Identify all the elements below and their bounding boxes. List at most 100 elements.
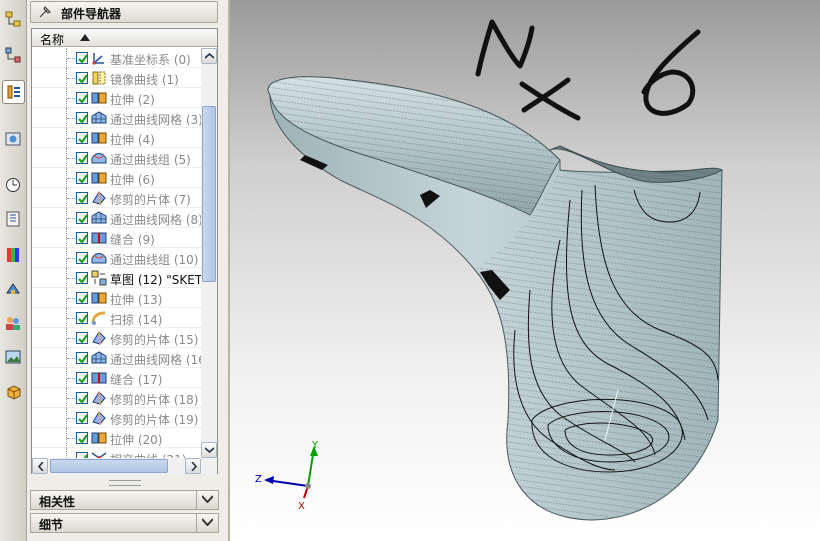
visibility-checkbox[interactable] xyxy=(76,332,88,344)
navigator-title: 部件导航器 xyxy=(61,7,122,21)
chevron-down-icon xyxy=(202,495,213,503)
assembly-navigator-tab[interactable] xyxy=(2,8,25,32)
checkmark-icon xyxy=(78,434,88,444)
scroll-down-button[interactable] xyxy=(201,442,217,458)
feature-row[interactable]: 基准坐标系 (0) xyxy=(32,48,201,68)
visibility-checkbox[interactable] xyxy=(76,412,88,424)
feature-row[interactable]: 缝合 (17) xyxy=(32,368,201,388)
scroll-right-button[interactable] xyxy=(185,458,201,474)
details-section[interactable]: 细节 xyxy=(30,513,219,533)
feature-row[interactable]: 修剪的片体 (7) xyxy=(32,188,201,208)
visibility-checkbox[interactable] xyxy=(76,252,88,264)
trimmed-sheet-icon xyxy=(92,391,106,405)
visibility-checkbox[interactable] xyxy=(76,372,88,384)
feature-row[interactable]: 拉伸 (2) xyxy=(32,88,201,108)
visibility-checkbox[interactable] xyxy=(76,192,88,204)
roles-tab[interactable] xyxy=(2,312,25,336)
tree-branch xyxy=(67,358,75,359)
feature-row[interactable]: 修剪的片体 (19) xyxy=(32,408,201,428)
feature-row[interactable]: 拉伸 (20) xyxy=(32,428,201,448)
vertical-scrollbar[interactable] xyxy=(201,48,217,458)
visibility-checkbox[interactable] xyxy=(76,312,88,324)
feature-row[interactable]: 扫掠 (14) xyxy=(32,308,201,328)
feature-row[interactable]: 镜像曲线 (1) xyxy=(32,68,201,88)
constraint-navigator-icon xyxy=(5,47,21,63)
checkmark-icon xyxy=(78,134,88,144)
graphics-viewport[interactable]: Y Z X xyxy=(230,0,820,541)
through-curve-mesh-icon xyxy=(91,111,107,124)
feature-row[interactable]: 缝合 (9) xyxy=(32,228,201,248)
scroll-left-button[interactable] xyxy=(32,458,48,474)
system-materials-tab[interactable] xyxy=(2,208,25,232)
column-header-name[interactable]: 名称 xyxy=(32,29,217,47)
visibility-checkbox[interactable] xyxy=(76,212,88,224)
extrude-icon xyxy=(91,172,107,184)
panel-splitter[interactable] xyxy=(109,480,141,486)
part-navigator-panel: 部件导航器 名称 基准坐标系 (0) 镜像曲线 (1) 拉伸 (2) 通过曲线网格 (… xyxy=(27,0,230,541)
column-name-label: 名称 xyxy=(40,33,65,47)
feature-row[interactable]: 相交曲线 (21) xyxy=(32,448,201,458)
visibility-checkbox[interactable] xyxy=(76,432,88,444)
reuse-library-tab[interactable] xyxy=(2,128,25,152)
model-scene xyxy=(264,19,723,521)
feature-row[interactable]: 草图 (12) "SKETC xyxy=(32,268,201,288)
clock-icon xyxy=(6,178,20,192)
visibility-checkbox[interactable] xyxy=(76,392,88,404)
feature-label: 拉伸 (4) xyxy=(110,133,155,147)
process-studio-tab[interactable] xyxy=(2,278,25,302)
visualization-tab[interactable] xyxy=(2,244,25,268)
visibility-checkbox[interactable] xyxy=(76,272,88,284)
visibility-checkbox[interactable] xyxy=(76,132,88,144)
details-label: 细节 xyxy=(39,518,64,532)
scroll-up-button[interactable] xyxy=(201,48,217,64)
palettes-tab[interactable] xyxy=(2,380,25,404)
web-browser-tab[interactable] xyxy=(2,346,25,370)
feature-row[interactable]: 拉伸 (4) xyxy=(32,128,201,148)
navigator-header: 部件导航器 xyxy=(30,1,218,23)
feature-label: 扫掠 (14) xyxy=(110,313,163,327)
history-tab[interactable] xyxy=(2,174,25,198)
horizontal-scroll-thumb[interactable] xyxy=(50,459,168,473)
feature-row[interactable]: 通过曲线组 (10) xyxy=(32,248,201,268)
feature-row[interactable]: 修剪的片体 (15) xyxy=(32,328,201,348)
feature-row[interactable]: 修剪的片体 (18) xyxy=(32,388,201,408)
chevron-left-icon xyxy=(38,462,44,471)
feature-row[interactable]: 通过曲线组 (5) xyxy=(32,148,201,168)
dependencies-section[interactable]: 相关性 xyxy=(30,490,219,510)
palette-icon xyxy=(7,248,19,262)
sew-icon xyxy=(91,372,107,384)
tree-branch xyxy=(67,198,75,199)
visibility-checkbox[interactable] xyxy=(76,72,88,84)
tree-branch xyxy=(67,298,75,299)
checkmark-icon xyxy=(78,254,88,264)
vertical-scroll-thumb[interactable] xyxy=(202,106,216,282)
visibility-checkbox[interactable] xyxy=(76,232,88,244)
visibility-checkbox[interactable] xyxy=(76,52,88,64)
extrude-icon xyxy=(91,92,107,104)
feature-row[interactable]: 拉伸 (13) xyxy=(32,288,201,308)
feature-row[interactable]: 拉伸 (6) xyxy=(32,168,201,188)
feature-row[interactable]: 通过曲线网格 (3) xyxy=(32,108,201,128)
checkmark-icon xyxy=(78,274,88,284)
visibility-checkbox[interactable] xyxy=(76,152,88,164)
chevron-down-icon xyxy=(202,518,213,526)
visibility-checkbox[interactable] xyxy=(76,172,88,184)
feature-label: 修剪的片体 (19) xyxy=(110,413,199,427)
datum-csys-icon xyxy=(92,53,104,65)
dependencies-expand-button[interactable] xyxy=(196,490,218,510)
feature-label: 相交曲线 (21) xyxy=(110,451,186,458)
horizontal-scrollbar[interactable] xyxy=(32,458,217,474)
visibility-checkbox[interactable] xyxy=(76,352,88,364)
checkmark-icon xyxy=(78,374,88,384)
chevron-up-icon xyxy=(205,53,214,59)
feature-row[interactable]: 通过曲线网格 (16 xyxy=(32,348,201,368)
visibility-checkbox[interactable] xyxy=(76,112,88,124)
pin-icon[interactable] xyxy=(38,5,52,19)
feature-row[interactable]: 通过曲线网格 (8) xyxy=(32,208,201,228)
visibility-checkbox[interactable] xyxy=(76,292,88,304)
part-navigator-tab[interactable] xyxy=(2,80,25,104)
visibility-checkbox[interactable] xyxy=(76,92,88,104)
feature-label: 通过曲线组 (10) xyxy=(110,253,199,267)
details-expand-button[interactable] xyxy=(196,513,218,533)
constraint-navigator-tab[interactable] xyxy=(2,44,25,68)
